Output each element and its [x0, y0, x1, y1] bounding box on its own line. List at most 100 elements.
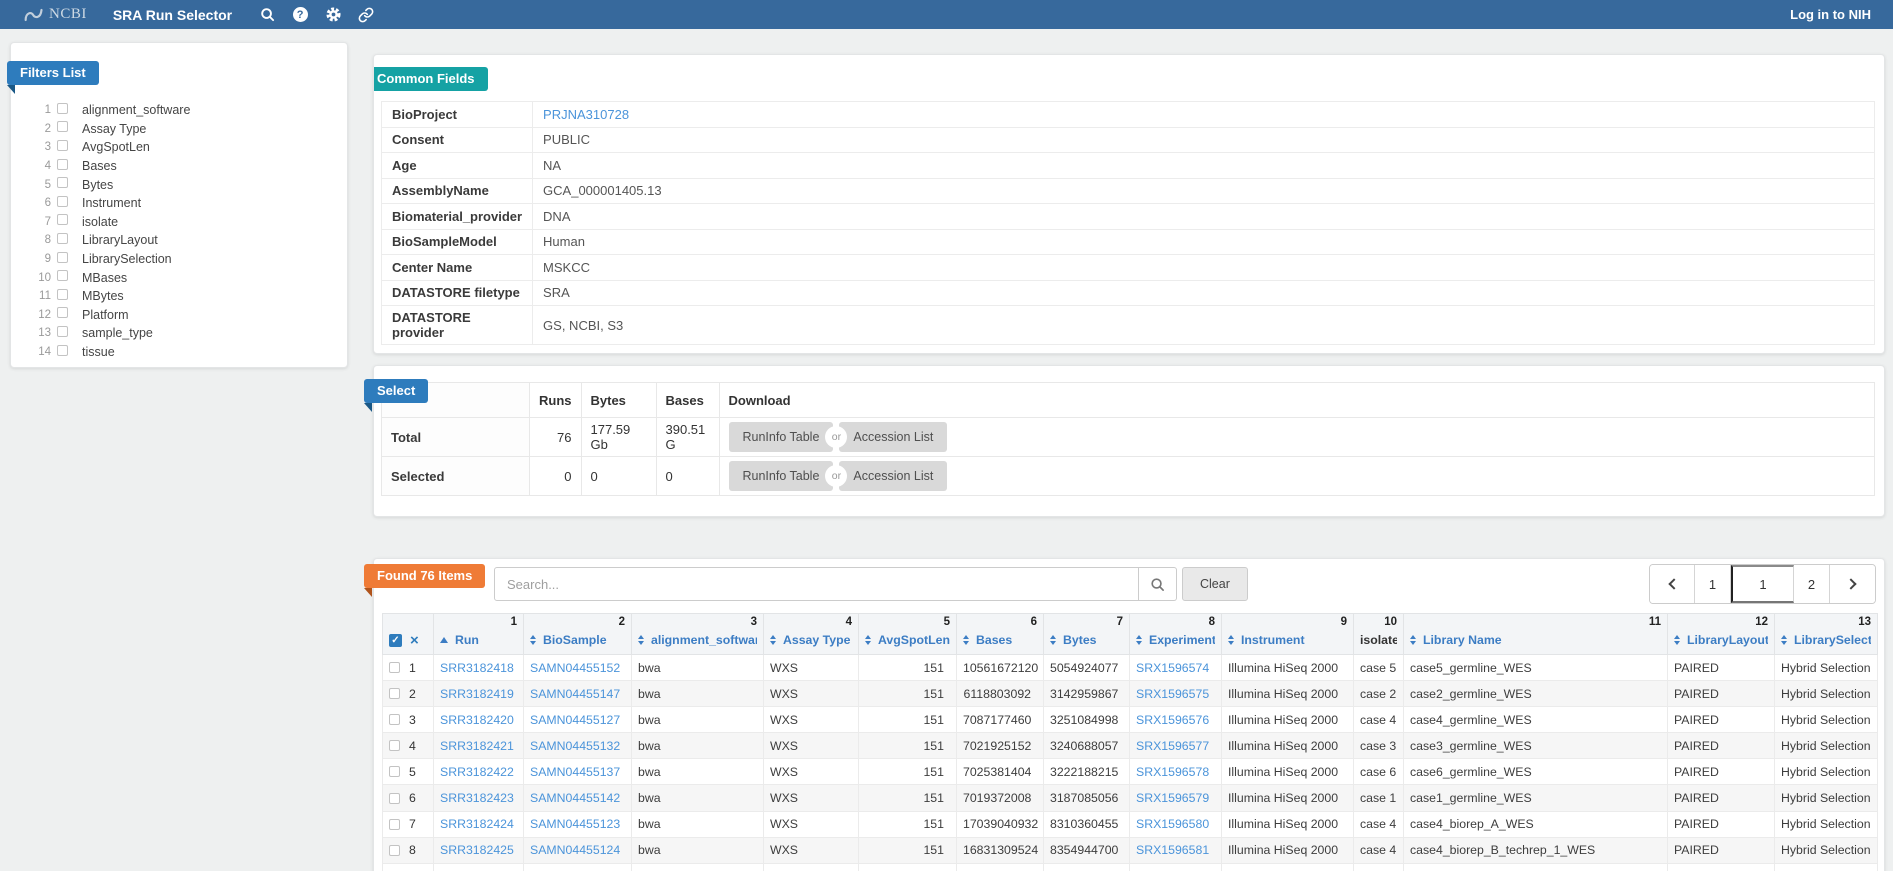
filter-item-platform[interactable]: 12 Platform: [33, 306, 347, 325]
experiment-link[interactable]: SRX1596577: [1129, 732, 1222, 760]
column-header-instrument[interactable]: 9 Instrument: [1221, 613, 1354, 655]
filter-checkbox[interactable]: [57, 307, 68, 319]
bioproject-link[interactable]: PRJNA310728: [543, 107, 629, 122]
column-header-avgspotlen[interactable]: 5 AvgSpotLen: [858, 613, 957, 655]
selected-runinfo-table-button[interactable]: RunInfo Table: [728, 461, 834, 491]
run-link[interactable]: SRR3182426: [433, 862, 524, 871]
page-1-button[interactable]: 1: [1695, 565, 1731, 603]
column-header-alignment-software[interactable]: 3 alignment_software: [631, 613, 764, 655]
filter-item-alignment-software[interactable]: 1 alignment_software: [33, 101, 347, 120]
select-all-checkbox[interactable]: ✓: [389, 634, 402, 647]
link-icon[interactable]: [357, 6, 375, 24]
search-button[interactable]: [1139, 567, 1177, 601]
filter-item-bases[interactable]: 4 Bases: [33, 157, 347, 176]
search-input[interactable]: [494, 567, 1139, 601]
next-page-button[interactable]: [1830, 565, 1875, 603]
biosample-link[interactable]: SAMN04455147: [523, 680, 632, 708]
biosample-link[interactable]: SAMN04455132: [523, 732, 632, 760]
column-header-run[interactable]: 1 Run: [433, 613, 524, 655]
filter-item-libraryselection[interactable]: 9 LibrarySelection: [33, 250, 347, 269]
filter-checkbox[interactable]: [57, 288, 68, 300]
filter-checkbox[interactable]: [57, 121, 68, 133]
run-link[interactable]: SRR3182425: [433, 836, 524, 864]
experiment-link[interactable]: SRX1596574: [1129, 653, 1222, 682]
biosample-link[interactable]: SAMN04455123: [523, 810, 632, 838]
row-checkbox[interactable]: [389, 844, 400, 856]
row-checkbox[interactable]: [389, 818, 400, 830]
filter-checkbox[interactable]: [57, 344, 68, 356]
filter-checkbox[interactable]: [57, 102, 68, 114]
row-checkbox[interactable]: [389, 740, 400, 752]
experiment-link[interactable]: SRX1596582: [1129, 862, 1222, 871]
filter-checkbox[interactable]: [57, 177, 68, 189]
prev-page-button[interactable]: [1650, 565, 1695, 603]
run-link[interactable]: SRR3182419: [433, 680, 524, 708]
experiment-link[interactable]: SRX1596578: [1129, 758, 1222, 786]
filter-checkbox[interactable]: [57, 139, 68, 151]
filter-checkbox[interactable]: [57, 214, 68, 226]
filter-item-mbytes[interactable]: 11 MBytes: [33, 287, 347, 306]
filter-item-librarylayout[interactable]: 8 LibraryLayout: [33, 231, 347, 250]
row-checkbox[interactable]: [389, 662, 400, 674]
column-header-bases[interactable]: 6 Bases: [956, 613, 1044, 655]
selected-accession-list-button[interactable]: Accession List: [839, 461, 948, 491]
row-checkbox[interactable]: [389, 714, 400, 726]
current-page-input[interactable]: [1731, 565, 1794, 603]
run-link[interactable]: SRR3182424: [433, 810, 524, 838]
experiment-link[interactable]: SRX1596576: [1129, 706, 1222, 734]
run-link[interactable]: SRR3182422: [433, 758, 524, 786]
ncbi-brand[interactable]: NCBI: [24, 6, 87, 23]
experiment-link[interactable]: SRX1596579: [1129, 784, 1222, 812]
run-link[interactable]: SRR3182418: [433, 653, 524, 682]
row-checkbox[interactable]: [389, 766, 400, 778]
experiment-link[interactable]: SRX1596581: [1129, 836, 1222, 864]
clear-selection-x-icon[interactable]: ×: [410, 634, 419, 647]
filter-item-avgspotlen[interactable]: 3 AvgSpotLen: [33, 138, 347, 157]
filter-item-tissue[interactable]: 14 tissue: [33, 343, 347, 362]
row-checkbox[interactable]: [389, 792, 400, 804]
column-header-library-name[interactable]: 11 Library Name: [1403, 613, 1668, 655]
filter-checkbox[interactable]: [57, 325, 68, 337]
select-tab: Select: [364, 379, 429, 412]
total-runinfo-table-button[interactable]: RunInfo Table: [728, 422, 834, 452]
column-header-librarylayout[interactable]: 12 LibraryLayout: [1667, 613, 1775, 655]
filter-item-sample-type[interactable]: 13 sample_type: [33, 324, 347, 343]
help-icon[interactable]: ?: [291, 6, 309, 24]
filter-checkbox[interactable]: [57, 232, 68, 244]
total-accession-list-button[interactable]: Accession List: [839, 422, 948, 452]
filter-item-mbases[interactable]: 10 MBases: [33, 268, 347, 287]
column-header-libraryselection[interactable]: 13LibrarySelection: [1774, 613, 1878, 655]
filter-item-instrument[interactable]: 6 Instrument: [33, 194, 347, 213]
filter-checkbox[interactable]: [57, 270, 68, 282]
filter-item-assay-type[interactable]: 2 Assay Type: [33, 120, 347, 139]
filter-checkbox[interactable]: [57, 251, 68, 263]
row-checkbox[interactable]: [389, 688, 400, 700]
column-header-experiment[interactable]: 8 Experiment: [1129, 613, 1222, 655]
experiment-link[interactable]: SRX1596575: [1129, 680, 1222, 708]
column-header-biosample[interactable]: 2 BioSample: [523, 613, 632, 655]
run-link[interactable]: SRR3182420: [433, 706, 524, 734]
filter-checkbox[interactable]: [57, 158, 68, 170]
login-button[interactable]: Log in to NIH: [1790, 7, 1871, 22]
biosample-link[interactable]: SAMN04455137: [523, 758, 632, 786]
clear-button[interactable]: Clear: [1182, 567, 1248, 601]
filter-item-bytes[interactable]: 5 Bytes: [33, 175, 347, 194]
select-all-header: ✓ ×: [382, 613, 434, 655]
biosample-link[interactable]: SAMN04455152: [523, 653, 632, 682]
biosample-link[interactable]: SAMN04455142: [523, 784, 632, 812]
column-header-bytes[interactable]: 7 Bytes: [1043, 613, 1130, 655]
filters-list: 1 alignment_software 2 Assay Type 3 AvgSpot…: [11, 101, 347, 361]
run-link[interactable]: SRR3182421: [433, 732, 524, 760]
page-2-button[interactable]: 2: [1794, 565, 1830, 603]
search-icon[interactable]: [258, 6, 276, 24]
biosample-link[interactable]: SAMN04455125: [523, 862, 632, 871]
filter-checkbox[interactable]: [57, 195, 68, 207]
biosample-link[interactable]: SAMN04455124: [523, 836, 632, 864]
filter-item-isolate[interactable]: 7 isolate: [33, 213, 347, 232]
column-header-assay-type[interactable]: 4 Assay Type: [763, 613, 859, 655]
biosample-link[interactable]: SAMN04455127: [523, 706, 632, 734]
selected-row: Selected 0 0 0 RunInfo Table or Accessio…: [381, 456, 1875, 496]
experiment-link[interactable]: SRX1596580: [1129, 810, 1222, 838]
gear-icon[interactable]: [324, 6, 342, 24]
run-link[interactable]: SRR3182423: [433, 784, 524, 812]
